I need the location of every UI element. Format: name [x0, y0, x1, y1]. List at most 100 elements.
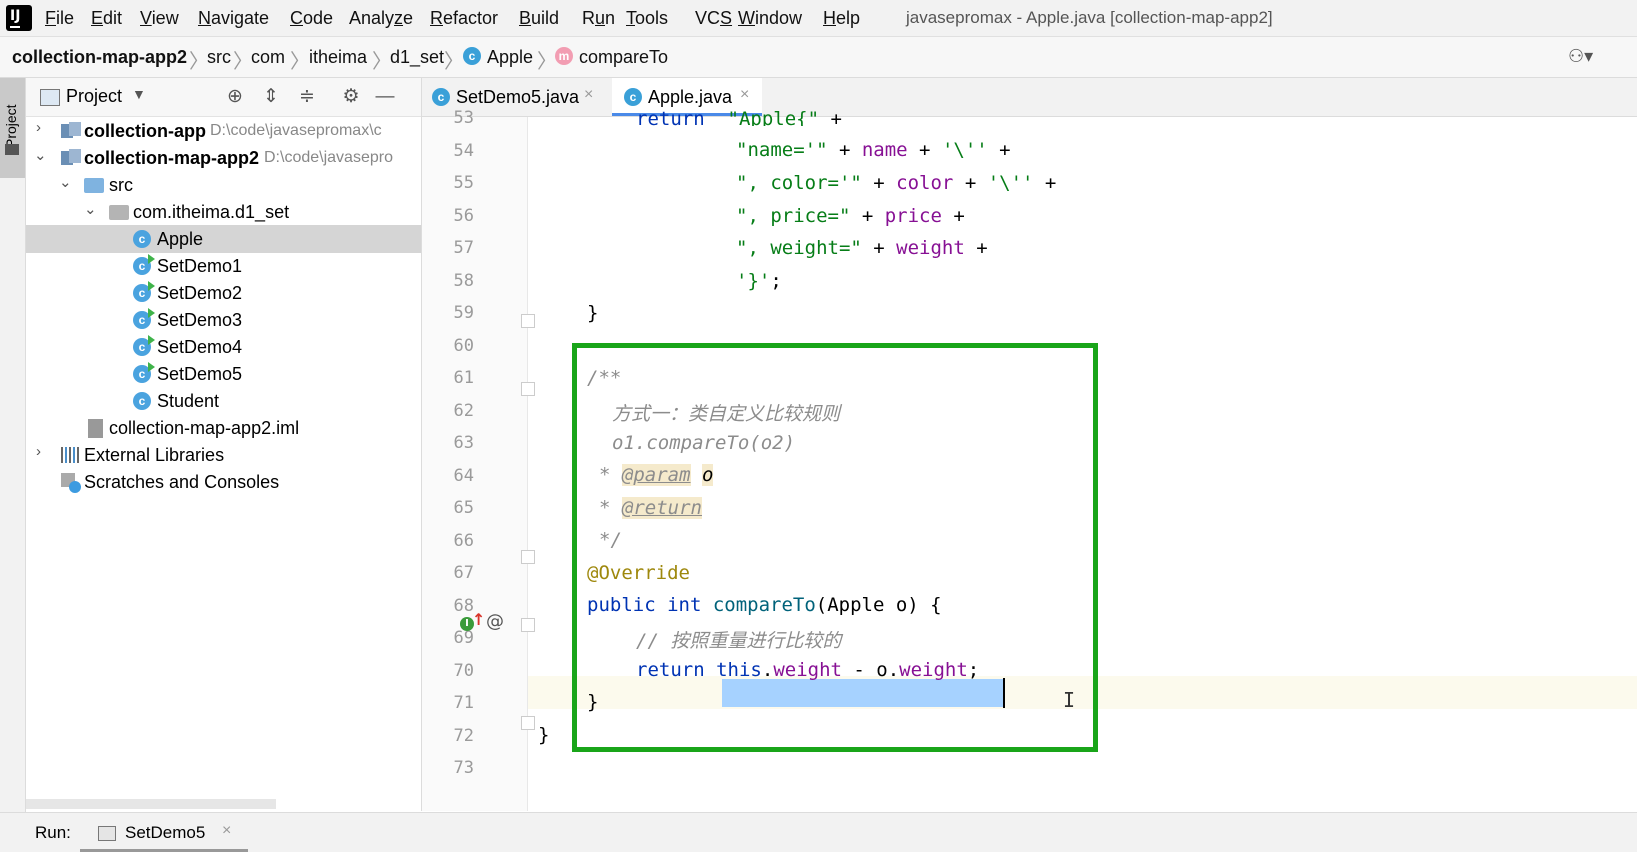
code-line-59[interactable]: } — [587, 302, 598, 324]
tree-item-collection-map-app2[interactable]: ⌄ collection-map-app2 D:\code\javasepro — [26, 144, 421, 172]
window-title: javasepromax - Apple.java [collection-ma… — [906, 8, 1273, 27]
intellij-logo-icon[interactable]: IJ — [4, 3, 34, 33]
gear-icon[interactable]: ⚙ — [340, 86, 362, 108]
collapse-all-icon[interactable]: ≑ — [296, 86, 318, 108]
package-icon — [109, 205, 129, 220]
fold-marker-icon[interactable] — [521, 716, 535, 730]
method-icon: m — [555, 47, 573, 65]
menu-item[interactable]: Run — [582, 8, 615, 29]
breadcrumb-separator: 〉 — [537, 51, 557, 73]
source-folder-icon — [84, 178, 104, 193]
tree-item-external-libraries[interactable]: › External Libraries — [26, 441, 421, 469]
run-tool-window-bar: Run: SetDemo5 × — [0, 812, 1637, 852]
code-line-57[interactable]: ", weight=" + weight + — [736, 237, 988, 259]
tree-item-setdemo3[interactable]: c SetDemo3 — [26, 306, 421, 334]
line-number: 64 — [453, 465, 474, 486]
chevron-down-icon[interactable]: ⌄ — [34, 146, 47, 164]
code-line-54[interactable]: "name='" + name + '\'' + — [736, 139, 1011, 161]
close-icon[interactable]: × — [584, 86, 593, 104]
breadcrumb-project[interactable]: collection-map-app2 — [12, 47, 187, 68]
tree-item-src[interactable]: ⌄ src — [26, 171, 421, 199]
runnable-class-icon: c — [133, 254, 155, 275]
line-number: 57 — [453, 238, 474, 258]
line-number: 66 — [453, 530, 474, 551]
breadcrumb-d1-set[interactable]: d1_set — [390, 47, 444, 68]
breadcrumb-src[interactable]: src — [207, 47, 231, 68]
breadcrumb-separator: 〉 — [233, 51, 253, 73]
tree-item-apple[interactable]: c Apple — [26, 225, 421, 253]
menu-item[interactable]: Window — [738, 8, 802, 29]
tree-item-iml-file[interactable]: collection-map-app2.iml — [26, 414, 421, 442]
tree-item-label: Apple — [157, 229, 204, 249]
chevron-right-icon[interactable]: › — [36, 119, 41, 136]
expand-all-icon[interactable]: ⇕ — [260, 86, 282, 108]
menu-item[interactable]: Help — [823, 8, 860, 29]
menu-item[interactable]: Refactor — [430, 8, 498, 29]
minimize-icon[interactable]: — — [374, 86, 396, 108]
code-line-58[interactable]: '}'; — [736, 270, 782, 292]
locate-target-icon[interactable]: ⊕ — [224, 86, 246, 108]
tree-item-label: com.itheima.d1_set — [133, 202, 290, 222]
tree-item-label: SetDemo2 — [157, 283, 243, 303]
project-tool-window-button[interactable]: Project — [0, 78, 25, 178]
runnable-class-icon: c — [133, 362, 155, 383]
tree-item-setdemo2[interactable]: c SetDemo2 — [26, 279, 421, 307]
chevron-right-icon[interactable]: › — [36, 443, 41, 460]
chevron-down-icon[interactable]: ⌄ — [59, 173, 72, 191]
menu-item[interactable]: Edit — [91, 8, 122, 29]
arrow-up-icon[interactable]: ↑ — [472, 610, 485, 629]
run-label: Run: — [35, 823, 71, 842]
close-icon[interactable]: × — [740, 86, 749, 104]
breadcrumb-itheima[interactable]: itheima — [309, 47, 367, 68]
line-number: 54 — [453, 140, 474, 161]
menu-item[interactable]: Navigate — [198, 8, 269, 29]
menu-item[interactable]: Tools — [626, 8, 668, 29]
code-line-55[interactable]: ", color='" + color + '\'' + — [736, 172, 1056, 194]
user-account-icon[interactable]: ⚇▾ — [1568, 46, 1593, 67]
breadcrumb-class[interactable]: Apple — [487, 47, 533, 68]
project-view-title[interactable]: Project — [66, 86, 122, 107]
tree-item-label: Student — [157, 391, 220, 411]
breadcrumb-method[interactable]: compareTo — [579, 47, 668, 68]
menu-item[interactable]: File — [45, 8, 74, 29]
annotation-at-icon[interactable]: @ — [486, 611, 504, 632]
tree-item-label: collection-map-app2 — [84, 148, 260, 168]
menu-item[interactable]: VCS — [695, 8, 732, 29]
line-number: 69 — [453, 628, 474, 648]
horizontal-scrollbar[interactable] — [26, 799, 276, 809]
code-line-72[interactable]: } — [538, 724, 549, 746]
runnable-class-icon: c — [133, 308, 155, 329]
close-icon[interactable]: × — [222, 822, 231, 840]
fold-marker-icon[interactable] — [521, 314, 535, 328]
tree-item-label: SetDemo5 — [157, 364, 243, 384]
tree-item-student[interactable]: c Student — [26, 387, 421, 415]
menu-item[interactable]: Build — [519, 8, 559, 29]
breadcrumb-separator: 〉 — [189, 51, 209, 73]
tab-label: Apple.java — [648, 87, 733, 107]
chevron-down-icon[interactable]: ⌄ — [84, 200, 97, 218]
runnable-class-icon: c — [133, 281, 155, 302]
tree-item-label: Scratches and Consoles — [84, 472, 280, 492]
tree-item-setdemo4[interactable]: c SetDemo4 — [26, 333, 421, 361]
tree-item-package[interactable]: ⌄ com.itheima.d1_set — [26, 198, 421, 226]
tree-item-setdemo1[interactable]: c SetDemo1 — [26, 252, 421, 280]
module-icon — [61, 149, 81, 165]
code-line-56[interactable]: ", price=" + price + — [736, 205, 965, 227]
tree-item-collection-app[interactable]: › collection-app D:\code\javasepromax\c — [26, 117, 421, 145]
breadcrumb-com[interactable]: com — [251, 47, 285, 68]
class-icon: c — [463, 47, 481, 65]
fold-marker-icon[interactable] — [521, 550, 535, 564]
tree-item-label: SetDemo1 — [157, 256, 243, 276]
code-line-53[interactable]: return "Apple{" + — [636, 108, 842, 126]
chevron-down-icon[interactable]: ▼ — [132, 86, 146, 102]
run-config-tab[interactable]: SetDemo5 — [125, 823, 205, 843]
fold-marker-icon[interactable] — [521, 382, 535, 396]
menu-item[interactable]: Analyze — [349, 8, 413, 29]
menu-item[interactable]: View — [140, 8, 179, 29]
library-icon — [61, 447, 81, 463]
menu-item[interactable]: Code — [290, 8, 333, 29]
fold-marker-icon[interactable] — [521, 618, 535, 632]
tree-item-scratches[interactable]: Scratches and Consoles — [26, 468, 421, 496]
line-number: 73 — [453, 758, 474, 778]
tree-item-setdemo5[interactable]: c SetDemo5 — [26, 360, 421, 388]
